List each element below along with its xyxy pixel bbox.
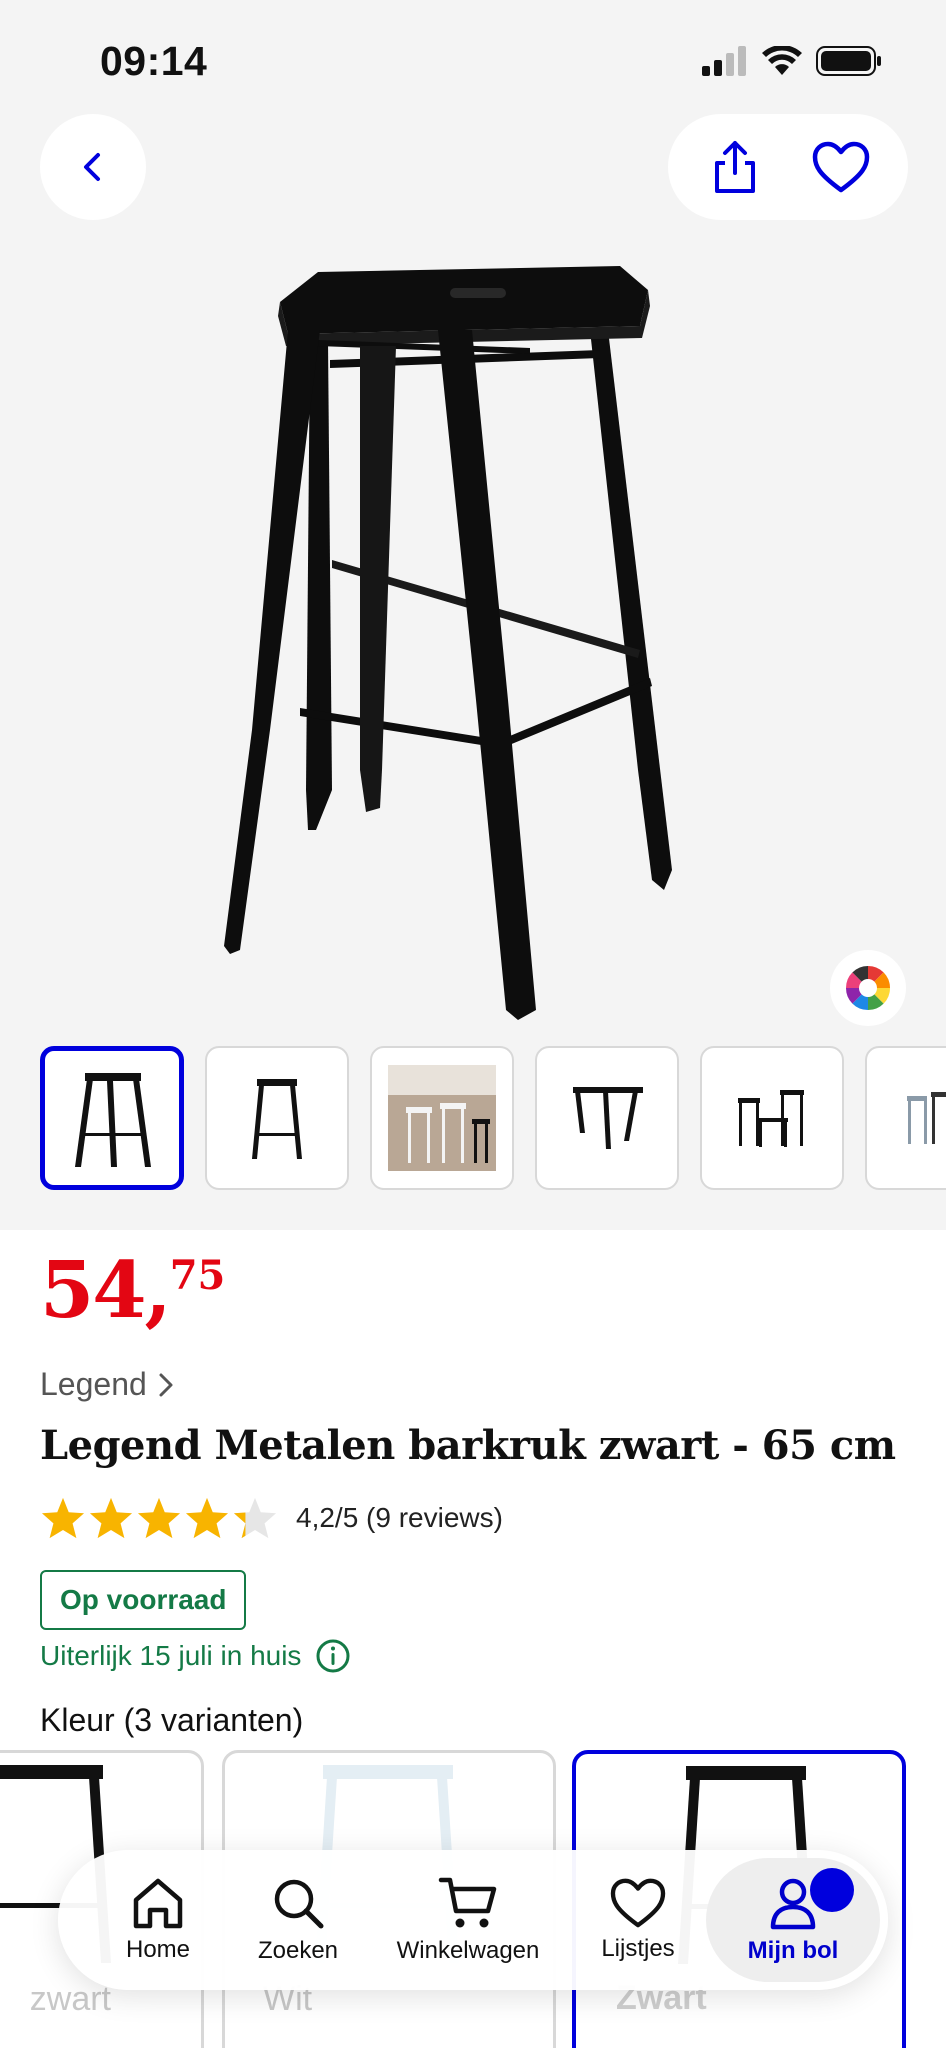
product-actions <box>668 114 908 220</box>
thumbnail-3[interactable] <box>370 1046 514 1190</box>
product-image-area: 09:14 <box>0 0 946 1230</box>
favorite-button[interactable] <box>801 127 881 207</box>
price-decimals: 75 <box>169 1252 226 1299</box>
thumbnail-1[interactable] <box>40 1046 184 1190</box>
star-icon <box>89 1497 133 1539</box>
heart-icon <box>610 1878 666 1928</box>
thumbnail-image <box>388 1065 496 1171</box>
tab-search[interactable]: Zoeken <box>238 1850 358 1990</box>
rating[interactable]: 4,2/5 (9 reviews) <box>40 1496 503 1540</box>
search-icon <box>274 1879 324 1929</box>
status-time: 09:14 <box>100 38 208 84</box>
delivery-text: Uiterlijk 15 juli in huis <box>40 1640 302 1671</box>
status-bar: 09:14 <box>0 0 946 120</box>
thumbnail-image <box>75 1073 151 1167</box>
chevron-right-icon <box>159 1373 173 1396</box>
share-button[interactable] <box>695 127 775 207</box>
tab-cart[interactable]: Winkelwagen <box>388 1850 548 1990</box>
thumbnail-6[interactable] <box>865 1046 946 1190</box>
cart-icon <box>438 1877 497 1928</box>
wifi-icon <box>762 46 802 75</box>
tab-label: Mijn bol <box>747 1937 839 1964</box>
notification-badge <box>810 1868 854 1912</box>
stock-badge: Op voorraad <box>40 1570 247 1630</box>
star-icon <box>185 1497 229 1539</box>
tab-label: Home <box>125 1936 191 1963</box>
delivery-info: Uiterlijk 15 juli in huis <box>40 1638 351 1674</box>
thumbnail-image <box>907 1092 946 1144</box>
star-icon <box>137 1497 181 1539</box>
bottom-tab-bar: Home Zoeken Winkelwagen Lijstjes Mijn bo… <box>58 1850 888 1990</box>
brand-link[interactable]: Legend <box>40 1366 177 1403</box>
status-icons <box>702 46 882 76</box>
thumbnail-5[interactable] <box>700 1046 844 1190</box>
tab-home[interactable]: Home <box>98 1850 218 1990</box>
thumbnail-image <box>573 1087 643 1149</box>
product-price: 54, 75 <box>40 1252 225 1330</box>
chevron-left-icon <box>84 153 100 181</box>
product-photo <box>224 266 672 1020</box>
product-title: Legend Metalen barkruk zwart - 65 cm <box>40 1422 896 1469</box>
thumbnail-4[interactable] <box>535 1046 679 1190</box>
rating-stars <box>40 1496 278 1540</box>
star-icon <box>41 1497 85 1539</box>
color-variant-button[interactable] <box>830 950 906 1026</box>
price-main: 54, <box>40 1245 172 1336</box>
thumbnail-image <box>252 1079 302 1159</box>
thumbnail-2[interactable] <box>205 1046 349 1190</box>
share-icon <box>715 141 755 193</box>
tab-label: Winkelwagen <box>396 1937 540 1964</box>
rating-text: 4,2/5 (9 reviews) <box>296 1502 503 1533</box>
back-button[interactable] <box>40 114 146 220</box>
signal-icon <box>702 46 746 76</box>
thumbnail-image <box>738 1090 804 1147</box>
info-icon[interactable] <box>315 1638 351 1674</box>
battery-icon <box>816 46 881 76</box>
home-icon <box>133 1878 183 1929</box>
tab-label: Lijstjes <box>601 1935 675 1962</box>
color-wheel-icon <box>845 965 891 1011</box>
star-partial-icon <box>233 1497 277 1539</box>
tab-account[interactable]: Mijn bol <box>706 1858 880 1982</box>
tab-label: Zoeken <box>257 1937 339 1964</box>
thumbnail-strip <box>0 1046 946 1192</box>
tab-lists[interactable]: Lijstjes <box>578 1850 698 1990</box>
variant-label: Kleur (3 varianten) <box>40 1702 304 1738</box>
brand-name: Legend <box>40 1366 147 1402</box>
heart-icon <box>812 141 870 193</box>
